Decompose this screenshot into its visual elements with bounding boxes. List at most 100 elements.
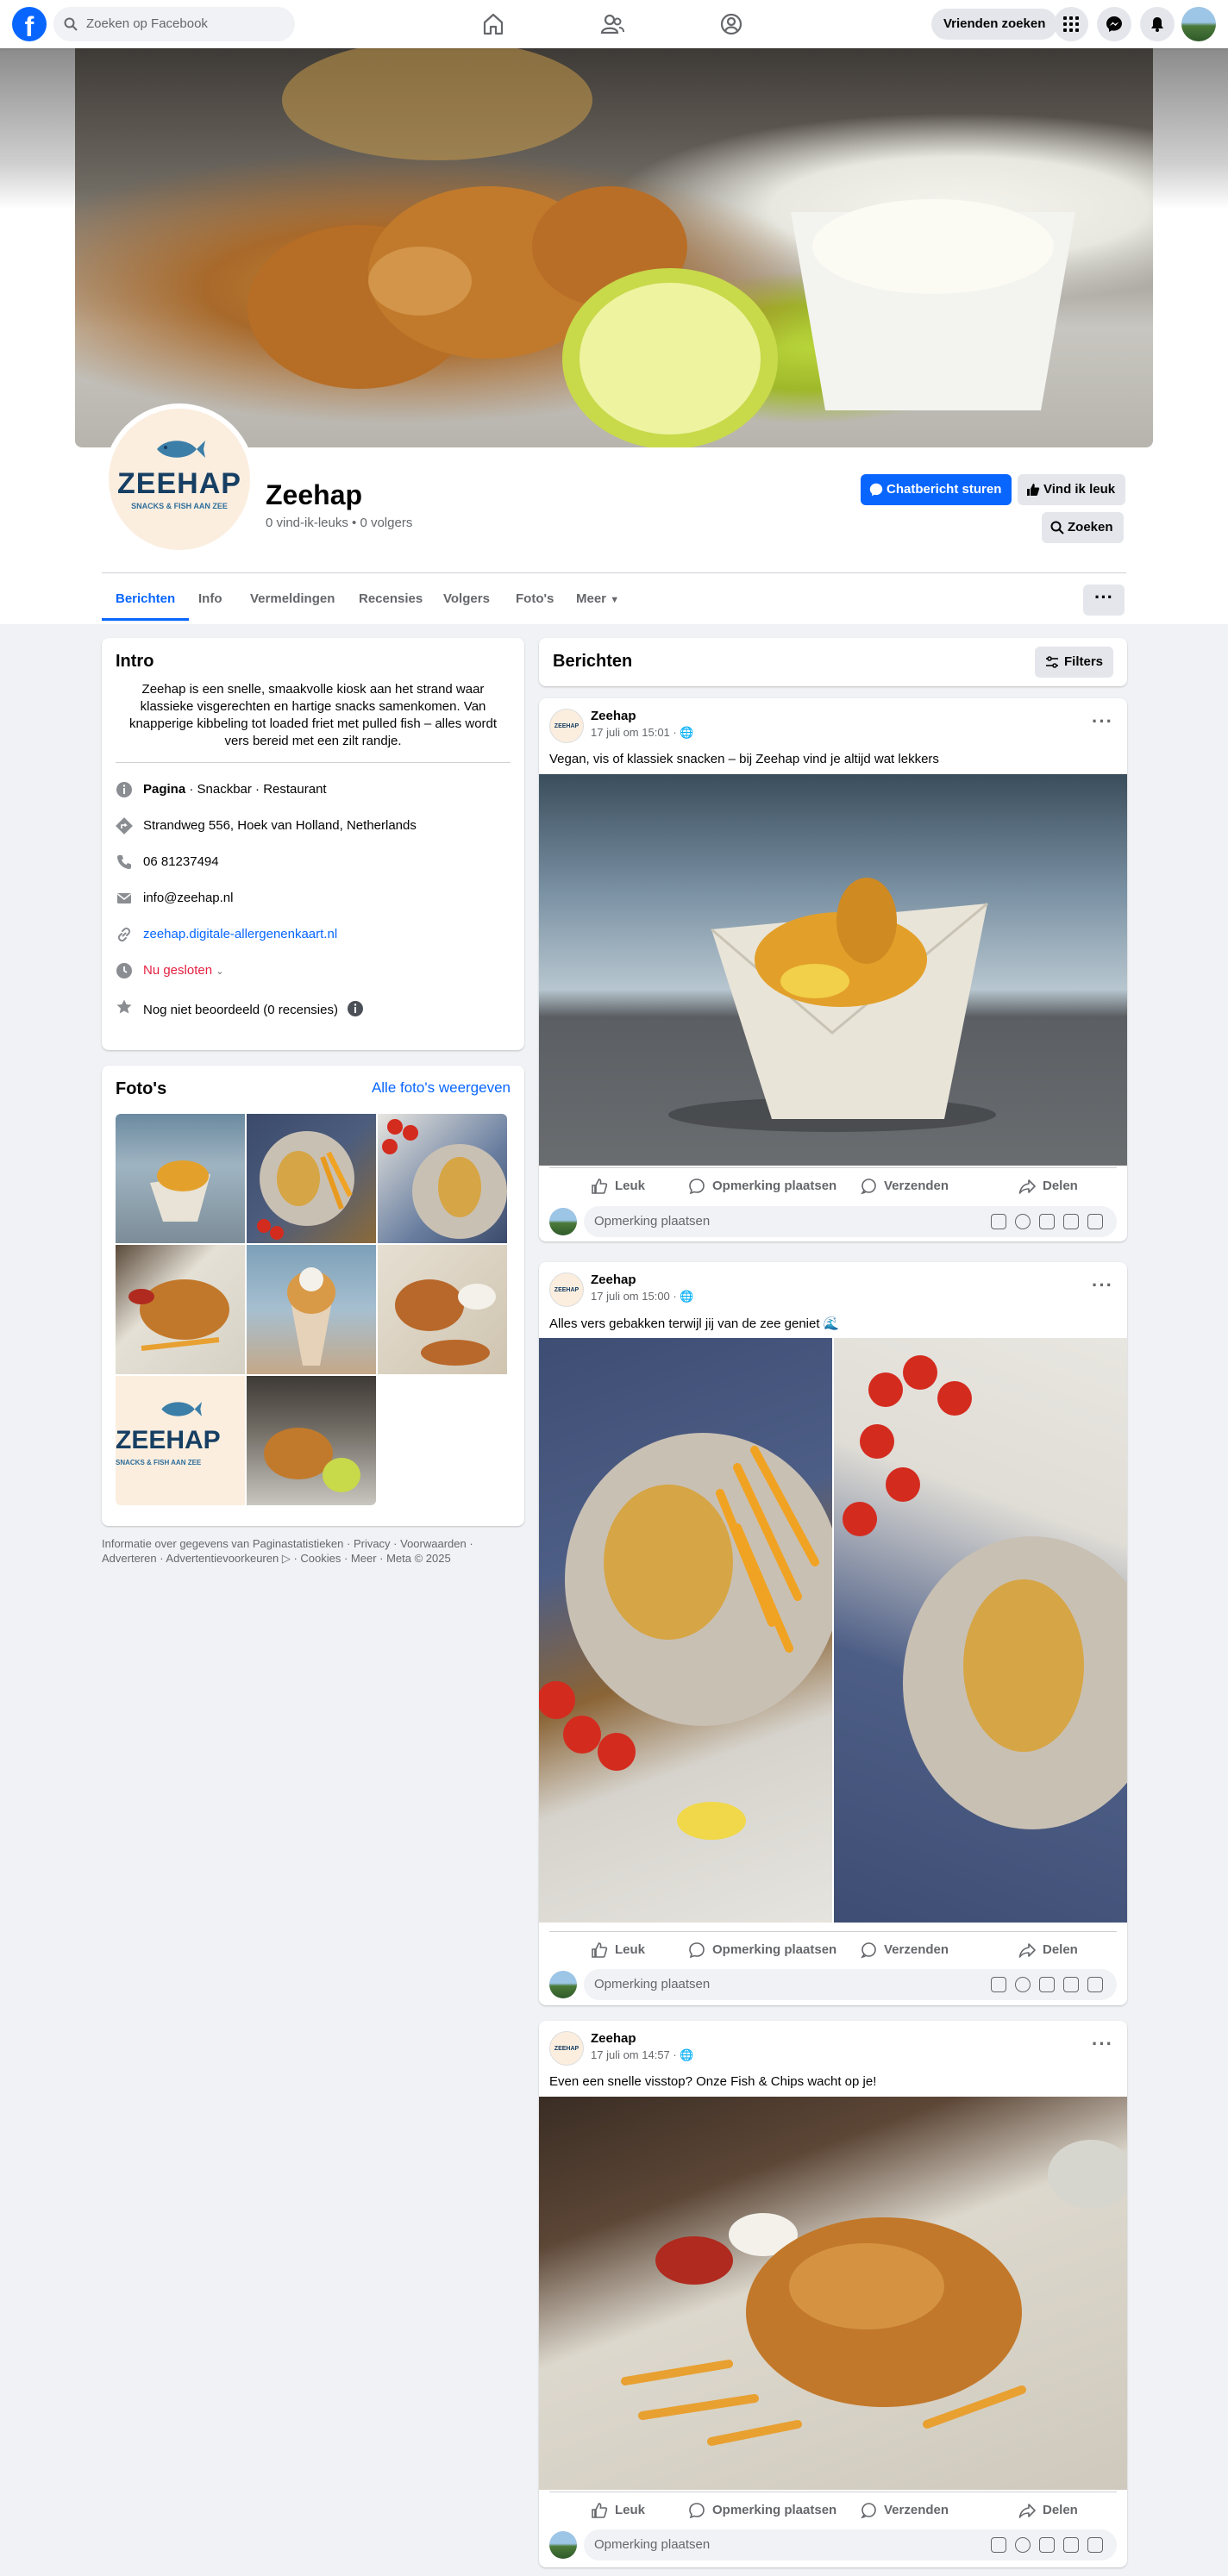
info-icon[interactable] [347, 1000, 364, 1017]
photo-thumbnail[interactable] [247, 1114, 376, 1243]
star-icon [116, 999, 132, 1014]
comment-button[interactable]: Opmerking plaatsen [689, 1171, 836, 1202]
share-button[interactable]: Delen [1018, 1935, 1078, 1966]
post-author[interactable]: Zeehap [591, 2031, 636, 2046]
post-timestamp[interactable]: 17 juli om 15:00 · 🌐 [591, 1290, 694, 1304]
bell-icon [1151, 17, 1163, 32]
emoji-icon[interactable] [1015, 1977, 1031, 1992]
post-options-button[interactable]: ··· [1092, 1274, 1113, 1297]
like-button[interactable]: Leuk [592, 1935, 645, 1966]
post-author[interactable]: Zeehap [591, 1272, 636, 1287]
photos-title: Foto's [116, 1079, 167, 1098]
search-input[interactable]: Zoeken op Facebook [53, 7, 295, 41]
account-avatar[interactable] [1181, 7, 1216, 41]
tab-recensies[interactable]: Recensies [359, 578, 423, 621]
profile-picture[interactable]: ZEEHAP SNACKS & FISH AAN ZEE [103, 403, 255, 555]
profile-icon[interactable] [717, 10, 745, 38]
photo-thumbnail[interactable]: ZEEHAP SNACKS & FISH AAN ZEE [116, 1376, 245, 1505]
avatar-sticker-icon[interactable] [991, 2537, 1006, 2553]
page-search-button[interactable]: Zoeken [1042, 512, 1124, 543]
directions-icon [116, 817, 133, 835]
post-timestamp[interactable]: 17 juli om 14:57 · 🌐 [591, 2048, 694, 2062]
send-button[interactable]: Verzenden [861, 2495, 949, 2526]
share-icon [1018, 2504, 1036, 2518]
share-button[interactable]: Delen [1018, 1171, 1078, 1202]
emoji-icon[interactable] [1015, 1214, 1031, 1229]
comment-button[interactable]: Opmerking plaatsen [689, 2495, 836, 2526]
caret-down-icon: ▼ [610, 595, 620, 605]
website-link[interactable]: zeehap.digitale-allergenenkaart.nl [143, 924, 337, 945]
more-options-button[interactable]: ··· [1083, 585, 1125, 616]
whatsapp-icon [861, 2503, 876, 2519]
photo-thumbnail[interactable] [378, 1245, 507, 1374]
avatar-sticker-icon[interactable] [991, 1977, 1006, 1992]
send-message-button[interactable]: Chatbericht sturen [861, 474, 1012, 505]
tab-vermeldingen[interactable]: Vermeldingen [250, 578, 335, 621]
post-photo[interactable] [834, 1338, 1127, 1923]
feed-title: Berichten [553, 652, 633, 671]
tab-fotos[interactable]: Foto's [516, 578, 554, 621]
sticker-icon[interactable] [1087, 1214, 1103, 1229]
photo-thumbnail[interactable] [116, 1245, 245, 1374]
mail-icon [117, 893, 131, 903]
emoji-icon[interactable] [1015, 2537, 1031, 2553]
gif-icon[interactable] [1063, 1214, 1079, 1229]
intro-card: Intro Zeehap is een snelle, smaakvolle k… [102, 638, 524, 1050]
photo-thumbnail[interactable] [247, 1376, 376, 1505]
post-timestamp[interactable]: 17 juli om 15:01 · 🌐 [591, 726, 694, 740]
commenter-avatar[interactable] [549, 1208, 577, 1235]
cover-photo[interactable] [75, 48, 1153, 447]
post-author-avatar[interactable]: ZEEHAP [549, 1272, 584, 1307]
commenter-avatar[interactable] [549, 2531, 577, 2559]
post-photo[interactable] [539, 1338, 832, 1923]
post-author-avatar[interactable]: ZEEHAP [549, 2031, 584, 2066]
facebook-logo-icon[interactable]: f [12, 7, 47, 41]
photo-thumbnail[interactable] [378, 1114, 507, 1243]
share-button[interactable]: Delen [1018, 2495, 1078, 2526]
like-button[interactable]: Leuk [592, 2495, 645, 2526]
menu-button[interactable] [1054, 7, 1088, 41]
photo-thumbnail[interactable] [116, 1114, 245, 1243]
tab-meer[interactable]: Meer ▼ [576, 578, 619, 621]
tab-berichten[interactable]: Berichten [101, 578, 190, 621]
sticker-icon[interactable] [1087, 2537, 1103, 2553]
home-icon[interactable] [479, 10, 507, 38]
camera-icon[interactable] [1039, 1977, 1055, 1992]
find-friends-button[interactable]: Vrienden zoeken [931, 9, 1058, 40]
page-stats[interactable]: 0 vind-ik-leuks • 0 volgers [266, 516, 412, 530]
gif-icon[interactable] [1063, 1977, 1079, 1992]
post-photo[interactable] [539, 774, 1127, 1166]
like-button[interactable]: Leuk [592, 1171, 645, 1202]
zeehap-logo: ZEEHAP SNACKS & FISH AAN ZEE [109, 409, 250, 550]
post-text: Alles vers gebakken terwijl jij van de z… [549, 1316, 840, 1331]
post-options-button[interactable]: ··· [1092, 2033, 1113, 2055]
like-page-button[interactable]: Vind ik leuk [1018, 474, 1126, 505]
post-author-avatar[interactable]: ZEEHAP [549, 709, 584, 743]
photo-thumbnail[interactable] [247, 1245, 376, 1374]
friends-icon[interactable] [598, 10, 626, 38]
camera-icon[interactable] [1039, 2537, 1055, 2553]
send-button[interactable]: Verzenden [861, 1935, 949, 1966]
camera-icon[interactable] [1039, 1214, 1055, 1229]
comment-button[interactable]: Opmerking plaatsen [689, 1935, 836, 1966]
cover-food-illustration [247, 48, 1075, 447]
comment-input[interactable]: Opmerking plaatsen [584, 1969, 1117, 2000]
clock-icon [116, 963, 132, 979]
messenger-button[interactable] [1097, 7, 1131, 41]
sticker-icon[interactable] [1087, 1977, 1103, 1992]
post-options-button[interactable]: ··· [1092, 710, 1113, 733]
send-button[interactable]: Verzenden [861, 1171, 949, 1202]
tab-info[interactable]: Info [198, 578, 222, 621]
tab-volgers[interactable]: Volgers [443, 578, 490, 621]
post-author[interactable]: Zeehap [591, 709, 636, 723]
comment-input[interactable]: Opmerking plaatsen [584, 1206, 1117, 1237]
messenger-icon [869, 483, 883, 497]
notifications-button[interactable] [1140, 7, 1175, 41]
avatar-sticker-icon[interactable] [991, 1214, 1006, 1229]
filters-button[interactable]: Filters [1034, 647, 1113, 678]
gif-icon[interactable] [1063, 2537, 1079, 2553]
comment-input[interactable]: Opmerking plaatsen [584, 2529, 1117, 2560]
see-all-photos-link[interactable]: Alle foto's weergeven [372, 1079, 511, 1097]
post-photo[interactable] [539, 2097, 1127, 2490]
commenter-avatar[interactable] [549, 1971, 577, 1998]
